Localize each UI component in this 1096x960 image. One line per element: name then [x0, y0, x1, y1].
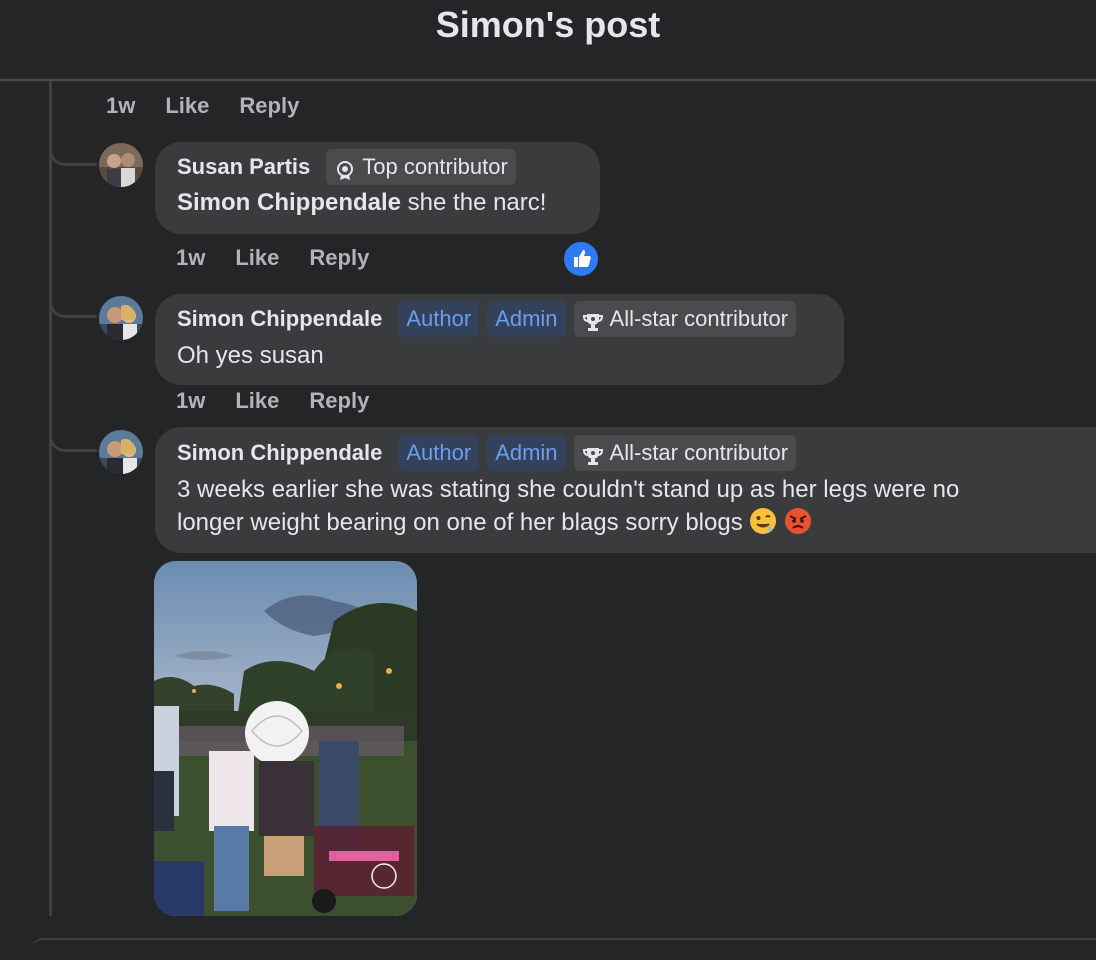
comment-author[interactable]: Simon Chippendale: [177, 306, 382, 332]
comment-header: Simon Chippendale Author Admin All-star …: [177, 435, 804, 471]
badge-label: All-star contributor: [609, 440, 789, 465]
like-button[interactable]: Like: [235, 245, 279, 271]
reply-button[interactable]: Reply: [309, 245, 369, 271]
comment-line-text: longer weight bearing on one of her blag…: [177, 509, 750, 536]
all-star-contributor-badge[interactable]: All-star contributor: [573, 435, 797, 471]
comment-time[interactable]: 1w: [176, 245, 205, 271]
comment-line: longer weight bearing on one of her blag…: [177, 506, 959, 539]
page-title: Simon's post: [435, 4, 661, 45]
mention-link[interactable]: Simon Chippendale: [177, 189, 401, 216]
comment-text: Simon Chippendale she the narc!: [177, 186, 546, 219]
top-contributor-badge[interactable]: Top contributor: [326, 149, 516, 185]
reply-button[interactable]: Reply: [309, 388, 369, 414]
avatar[interactable]: [99, 296, 143, 340]
all-star-contributor-badge[interactable]: All-star contributor: [573, 301, 797, 337]
badge-label: All-star contributor: [609, 306, 789, 331]
like-button[interactable]: Like: [235, 388, 279, 414]
thread-branch: [49, 296, 97, 318]
comment-actions: 1w Like Reply: [106, 93, 329, 119]
drooling-face-emoji: [749, 507, 777, 535]
avatar[interactable]: [99, 430, 143, 474]
thread-branch: [49, 430, 97, 452]
like-reaction-icon[interactable]: [562, 240, 600, 278]
comment-composer-edge: [30, 938, 1096, 960]
avatar[interactable]: [99, 143, 143, 187]
post-header: Simon's post: [0, 0, 1096, 81]
comment-time[interactable]: 1w: [176, 388, 205, 414]
comment-time[interactable]: 1w: [106, 93, 135, 119]
admin-badge[interactable]: Admin: [487, 301, 566, 337]
trophy-icon: [582, 308, 604, 331]
comment-body: 3 weeks earlier she was stating she coul…: [177, 473, 959, 539]
author-badge[interactable]: Author: [398, 301, 480, 337]
badge-label: Top contributor: [362, 154, 508, 179]
angry-face-emoji: [784, 507, 812, 535]
comment-body: Oh yes susan: [177, 342, 324, 369]
comment-header: Susan Partis Top contributor: [177, 149, 524, 185]
reply-button[interactable]: Reply: [239, 93, 299, 119]
comment-actions: 1w Like Reply: [176, 245, 399, 271]
comment-header: Simon Chippendale Author Admin All-star …: [177, 301, 804, 337]
contributor-badge-icon: [334, 156, 356, 180]
comment-line: 3 weeks earlier she was stating she coul…: [177, 476, 960, 503]
comment-author[interactable]: Susan Partis: [177, 154, 310, 180]
comment-body: she the narc!: [401, 189, 547, 216]
comment-author[interactable]: Simon Chippendale: [177, 440, 382, 466]
comment-actions: 1w Like Reply: [176, 388, 399, 414]
admin-badge[interactable]: Admin: [487, 435, 566, 471]
like-button[interactable]: Like: [165, 93, 209, 119]
author-badge[interactable]: Author: [398, 435, 480, 471]
thread-branch: [49, 144, 97, 166]
comment-photo-attachment[interactable]: [154, 561, 417, 916]
thread-line: [49, 81, 52, 916]
trophy-icon: [582, 442, 604, 465]
